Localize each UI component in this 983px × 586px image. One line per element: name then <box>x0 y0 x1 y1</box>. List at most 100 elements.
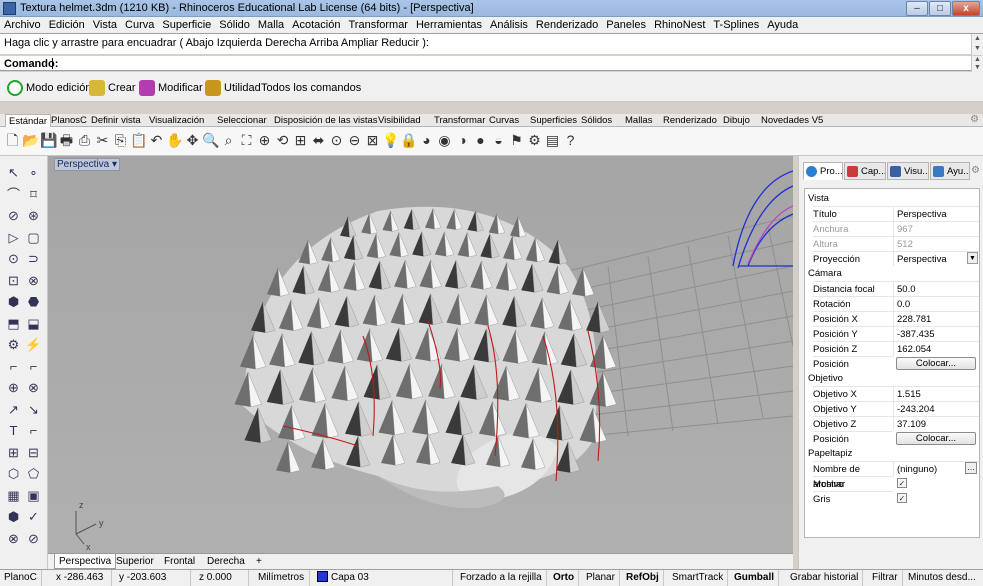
copy-icon[interactable]: ⎘ <box>112 132 129 149</box>
left-tool-32-icon[interactable]: ▣ <box>25 487 42 504</box>
viewport-tab-perspectiva[interactable]: Perspectiva <box>54 554 117 569</box>
left-tool-27-icon[interactable]: ⊞ <box>5 444 22 461</box>
menu-analisis[interactable]: Análisis <box>486 17 532 33</box>
menu-superficie[interactable]: Superficie <box>158 17 215 33</box>
toolbar-tab-seleccionar[interactable]: Seleccionar <box>214 114 270 127</box>
status-smarttrack[interactable]: SmartTrack <box>668 570 729 586</box>
menu-herramientas[interactable]: Herramientas <box>412 17 486 33</box>
menu-tsplines[interactable]: T-Splines <box>709 17 763 33</box>
viewport-title[interactable]: Perspectiva ▾ <box>54 158 121 171</box>
menu-edicion[interactable]: Edición <box>45 17 89 33</box>
toolbar-tab-sólidos[interactable]: Sólidos <box>578 114 615 127</box>
menu-archivo[interactable]: Archivo <box>0 17 45 33</box>
left-tool-31-icon[interactable]: ▦ <box>5 487 22 504</box>
left-tool-1-icon[interactable]: ↖ <box>5 164 22 181</box>
new-file-icon[interactable]: 🗋 <box>4 132 21 149</box>
menu-acotacion[interactable]: Acotación <box>288 17 344 33</box>
undo-icon[interactable]: ↶ <box>148 132 165 149</box>
status-filter[interactable]: Filtrar <box>868 570 903 586</box>
render-preview-icon[interactable]: ◕ <box>418 132 435 149</box>
edit-mode-button[interactable]: Modo edición <box>7 79 91 97</box>
toolbar-gear-icon[interactable]: ⚙ <box>970 114 979 125</box>
panel-tab-layers[interactable]: Cap... <box>844 162 886 180</box>
rotate-view-icon[interactable]: ✥ <box>184 132 201 149</box>
toolbar-tab-visibilidad[interactable]: Visibilidad <box>375 114 424 127</box>
left-tool-16-icon[interactable]: ⬓ <box>25 315 42 332</box>
left-tool-30-icon[interactable]: ⬠ <box>25 465 42 482</box>
paste-icon[interactable]: 📋 <box>130 132 147 149</box>
menu-vista[interactable]: Vista <box>89 17 121 33</box>
left-tool-9-icon[interactable]: ⊙ <box>5 250 22 267</box>
toolbar-tab-transformar[interactable]: Transformar <box>431 114 488 127</box>
toolbar-tab-visualización[interactable]: Visualización <box>146 114 207 127</box>
posicion-z-input[interactable]: 162.054 <box>893 341 979 356</box>
command-scrollbar[interactable]: ▲ ▼ <box>971 56 983 72</box>
undo-view-icon[interactable]: ⟲ <box>274 132 291 149</box>
left-tool-2-icon[interactable]: ∘ <box>25 164 42 181</box>
pan-icon[interactable]: ✋ <box>166 132 183 149</box>
left-tool-21-icon[interactable]: ⊕ <box>5 379 22 396</box>
cplane-icon[interactable]: ⊖ <box>346 132 363 149</box>
left-tool-17-icon[interactable]: ⚙ <box>5 336 22 353</box>
posicion-y-input[interactable]: -387.435 <box>893 326 979 341</box>
menu-ayuda[interactable]: Ayuda <box>763 17 802 33</box>
rotacion-input[interactable]: 0.0 <box>893 296 979 311</box>
zoom-extents-icon[interactable]: ⛶ <box>238 132 255 149</box>
dropdown-arrow-icon[interactable]: ▼ <box>967 252 978 264</box>
left-tool-20-icon[interactable]: ⌐ <box>25 358 42 375</box>
left-tool-13-icon[interactable]: ⬢ <box>5 293 22 310</box>
toolbar-tab-estándar[interactable]: Estándar <box>5 114 52 127</box>
target-icon[interactable]: ⊙ <box>328 132 345 149</box>
left-tool-28-icon[interactable]: ⊟ <box>25 444 42 461</box>
lock-icon[interactable]: 🔒 <box>400 132 417 149</box>
all-commands-button[interactable]: Todos los comandos <box>261 79 361 97</box>
objetivo-z-input[interactable]: 37.109 <box>893 416 979 431</box>
print-icon[interactable]: 🖶 <box>58 132 75 149</box>
import-icon[interactable]: ⎙ <box>76 132 93 149</box>
left-tool-29-icon[interactable]: ⬡ <box>5 465 22 482</box>
menu-transformar[interactable]: Transformar <box>344 17 412 33</box>
perspective-viewport[interactable]: z y x Perspectiva ▾ <box>48 156 793 553</box>
left-tool-35-icon[interactable]: ⊗ <box>5 530 22 547</box>
toolbar-tab-definir-vista[interactable]: Definir vista <box>88 114 144 127</box>
menu-rhinonest[interactable]: RhinoNest <box>650 17 709 33</box>
zoom-icon[interactable]: 🔍 <box>202 132 219 149</box>
panel-tab-properties[interactable]: Pro... <box>803 162 843 180</box>
light-icon[interactable]: 💡 <box>382 132 399 149</box>
toolbar-tab-planosc[interactable]: PlanosC <box>48 114 90 127</box>
maximize-button[interactable]: □ <box>929 1 951 16</box>
rendered-icon[interactable]: ● <box>472 132 489 149</box>
open-folder-icon[interactable]: 📂 <box>22 132 39 149</box>
colocar-target-button[interactable]: Colocar... <box>896 432 976 445</box>
viewport-tab-frontal[interactable]: Frontal <box>160 554 199 569</box>
menu-renderizado[interactable]: Renderizado <box>532 17 602 33</box>
left-tool-14-icon[interactable]: ⬣ <box>25 293 42 310</box>
distancia-focal-input[interactable]: 50.0 <box>893 281 979 296</box>
left-tool-23-icon[interactable]: ↗ <box>5 401 22 418</box>
toolbar-tab-superficies[interactable]: Superficies <box>527 114 580 127</box>
posicion-x-input[interactable]: 228.781 <box>893 311 979 326</box>
left-tool-26-icon[interactable]: ⌐ <box>25 422 42 439</box>
save-icon[interactable]: 💾 <box>40 132 57 149</box>
status-history[interactable]: Grabar historial <box>786 570 864 586</box>
options-icon[interactable]: ⚙ <box>526 132 543 149</box>
left-tool-25-icon[interactable]: T <box>5 422 22 439</box>
menu-solido[interactable]: Sólido <box>215 17 254 33</box>
help-toolbar-icon[interactable]: ? <box>562 132 579 149</box>
left-tool-24-icon[interactable]: ↘ <box>25 401 42 418</box>
left-tool-15-icon[interactable]: ⬒ <box>5 315 22 332</box>
objetivo-x-input[interactable]: 1.515 <box>893 386 979 401</box>
panel-tab-display[interactable]: Visu... <box>887 162 929 180</box>
menu-paneles[interactable]: Paneles <box>602 17 650 33</box>
create-button[interactable]: Crear <box>89 79 136 97</box>
left-tool-18-icon[interactable]: ⚡ <box>25 336 42 353</box>
cut-icon[interactable]: ✂ <box>94 132 111 149</box>
left-tool-36-icon[interactable]: ⊘ <box>25 530 42 547</box>
zoom-selected-icon[interactable]: ⊕ <box>256 132 273 149</box>
status-cplane[interactable]: PlanoC <box>0 570 42 586</box>
command-line[interactable]: Comando: ▲ ▼ <box>0 55 983 72</box>
status-gumball[interactable]: Gumball <box>730 570 780 586</box>
colocar-camera-button[interactable]: Colocar... <box>896 357 976 370</box>
camera-icon[interactable]: ⬌ <box>310 132 327 149</box>
toolbar-tab-mallas[interactable]: Mallas <box>622 114 655 127</box>
